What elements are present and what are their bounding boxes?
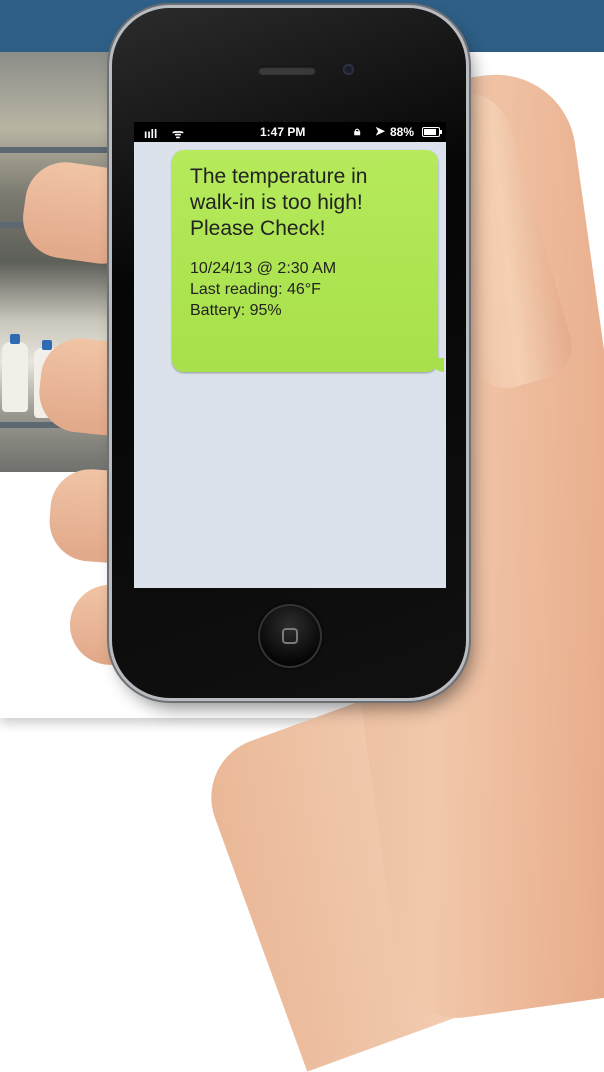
smartphone: ııll ᯤ 1:47 PM 🔒︎ ➤ 88% The temperature … bbox=[112, 8, 466, 698]
message-timestamp: 10/24/13 @ 2:30 AM bbox=[190, 260, 337, 277]
home-square-icon bbox=[282, 628, 298, 644]
message-details: 10/24/13 @ 2:30 AM Last reading: 46°F Ba… bbox=[190, 258, 422, 321]
status-bar: ııll ᯤ 1:47 PM 🔒︎ ➤ 88% bbox=[134, 122, 446, 142]
message-headline: The temperature in walk-in is too high! … bbox=[190, 165, 368, 240]
home-button[interactable] bbox=[258, 604, 322, 668]
message-last-reading: Last reading: 46°F bbox=[190, 281, 321, 298]
earpiece-speaker bbox=[258, 66, 316, 75]
front-camera bbox=[343, 64, 354, 75]
location-arrow-icon: ➤ bbox=[375, 124, 386, 138]
signal-icon: ııll bbox=[144, 127, 158, 141]
battery-icon bbox=[422, 127, 442, 137]
battery-fill bbox=[424, 129, 437, 135]
battery-percent: 88% bbox=[390, 125, 415, 139]
message-bubble[interactable]: The temperature in walk-in is too high! … bbox=[172, 150, 444, 372]
orientation-lock-icon: 🔒︎ bbox=[354, 124, 361, 138]
message-battery: Battery: 95% bbox=[190, 302, 282, 319]
status-time: 1:47 PM bbox=[260, 125, 306, 139]
phone-screen: ııll ᯤ 1:47 PM 🔒︎ ➤ 88% The temperature … bbox=[134, 122, 446, 588]
wifi-icon: ᯤ bbox=[172, 126, 184, 141]
